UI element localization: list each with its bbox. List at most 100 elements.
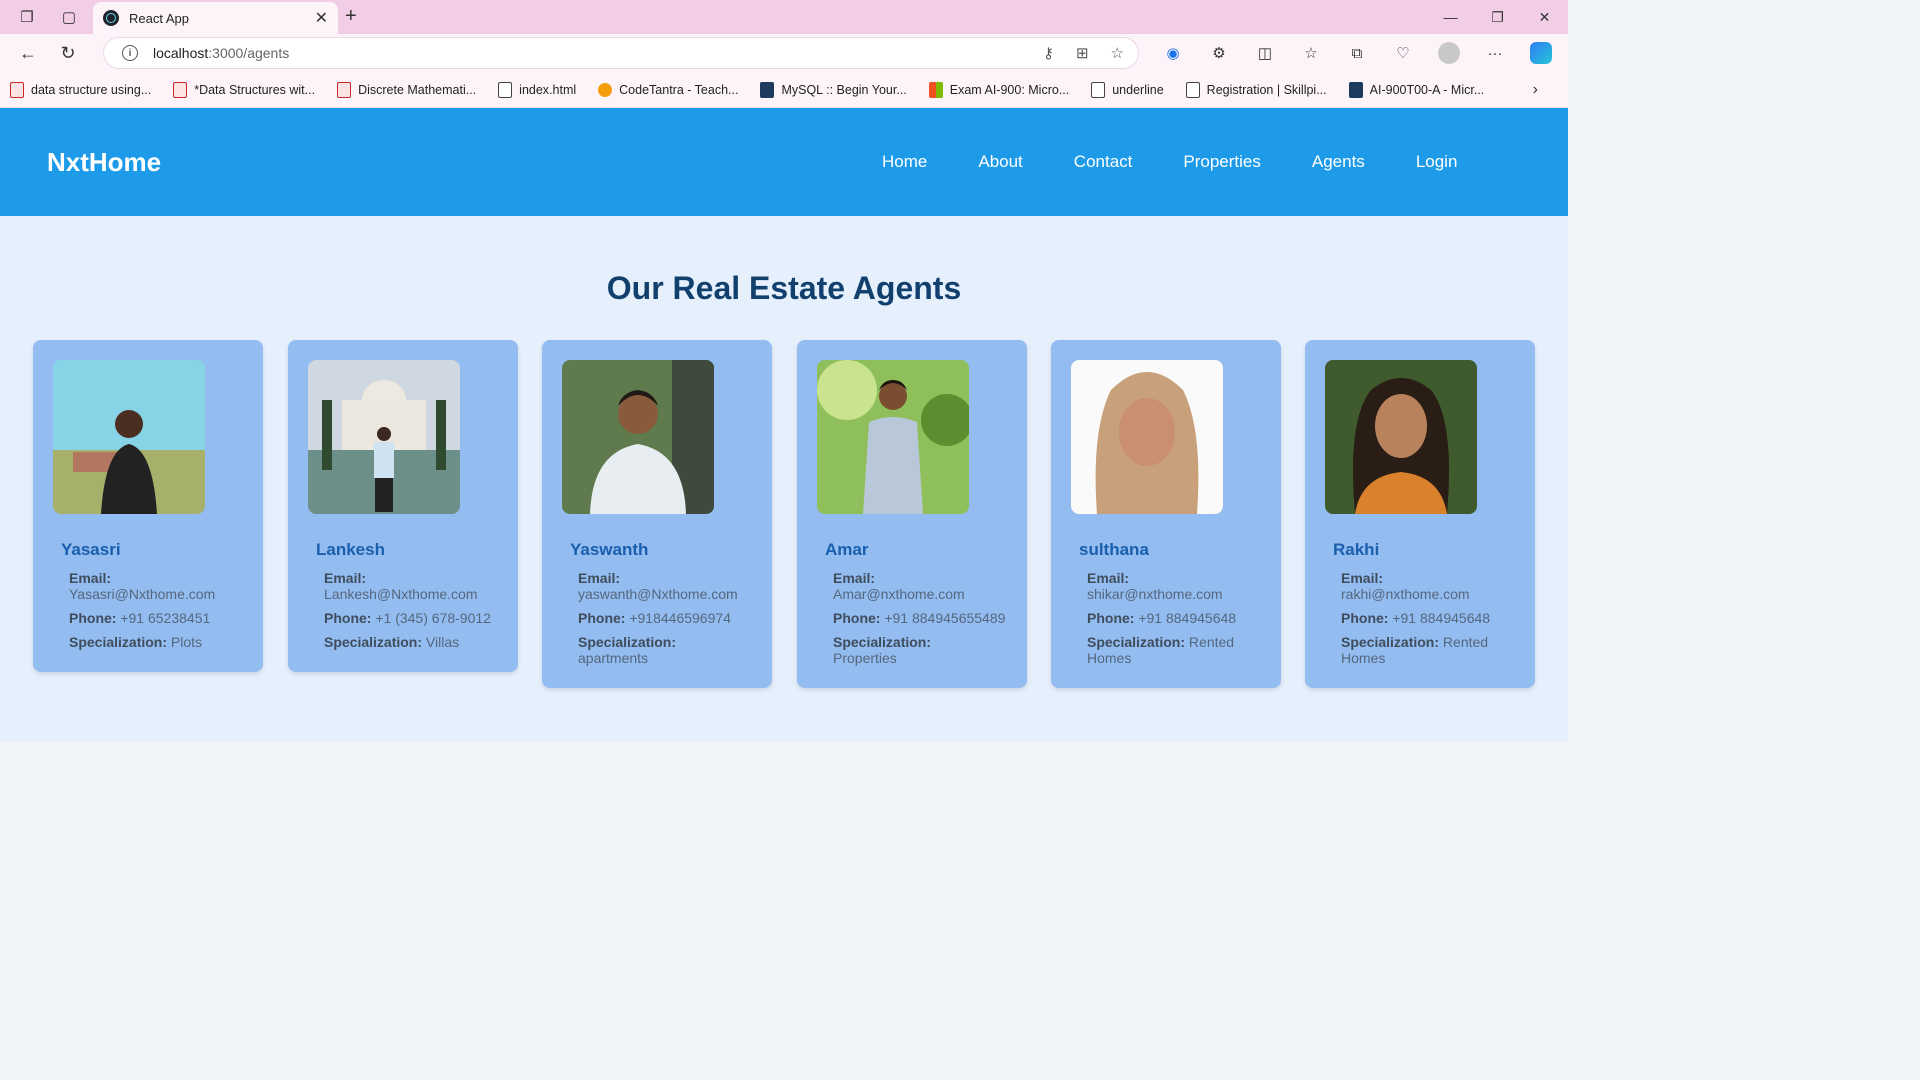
agent-phone: Phone: +91 884945655489	[833, 610, 1006, 626]
page-icon	[498, 81, 513, 98]
agent-card: Yasasri Email: Yasasri@Nxthome.com Phone:…	[33, 340, 263, 672]
performance-icon[interactable]: ♡	[1380, 44, 1426, 62]
agent-name: Lankesh	[316, 540, 385, 559]
book-icon	[1348, 81, 1363, 98]
bookmark-item[interactable]: CodeTantra - Teach...	[598, 82, 738, 97]
agent-email: Email: rakhi@nxthome.com	[1341, 570, 1470, 602]
bookmark-item[interactable]: *Data Structures wit...	[173, 81, 315, 98]
new-tab-icon[interactable]: +	[345, 5, 357, 28]
agent-name: Amar	[825, 540, 869, 559]
agent-phone: Phone: +918446596974	[578, 610, 731, 626]
agent-photo	[817, 360, 969, 514]
agent-card: Lankesh Email: Lankesh@Nxthome.com Phone:…	[288, 340, 518, 672]
agent-photo	[53, 360, 205, 514]
close-window-icon[interactable]: ✕	[1521, 0, 1568, 34]
agent-specialization: Specialization: Rented Homes	[1087, 634, 1235, 666]
agent-email: Email: Yasasri@Nxthome.com	[69, 570, 216, 602]
vertical-tabs-icon[interactable]: ▢	[48, 0, 90, 34]
page-icon	[1185, 81, 1200, 98]
nav-about[interactable]: About	[978, 152, 1022, 172]
address-toolbar: ← ↻ i localhost:3000/agents ⚷ ⊞ ☆ ◉ ⚙ ◫ …	[0, 34, 1568, 72]
agent-specialization: Specialization: Properties	[833, 634, 932, 666]
agent-phone: Phone: +91 65238451	[69, 610, 211, 626]
agent-card: Amar Email: Amar@nxthome.com Phone: +91 8…	[797, 340, 1027, 688]
page-title: Our Real Estate Agents	[606, 270, 962, 306]
agent-photo	[1071, 360, 1223, 514]
agent-phone: Phone: +91 884945648	[1341, 610, 1491, 626]
site-header: NxtHome Home About Contact Properties Ag…	[0, 108, 1568, 216]
browser-tab[interactable]: React App ✕	[93, 2, 338, 34]
pdf-icon	[337, 81, 352, 98]
nav-properties[interactable]: Properties	[1183, 152, 1260, 172]
favorite-star-icon[interactable]: ☆	[1111, 44, 1124, 62]
agent-card: sulthana Email: shikar@nxthome.com Phone:…	[1051, 340, 1281, 688]
bookmark-item[interactable]: index.html	[498, 81, 576, 98]
read-aloud-icon[interactable]: ◉	[1150, 44, 1196, 62]
agent-name: Yasasri	[61, 540, 121, 559]
workspaces-icon[interactable]: ❐	[6, 0, 48, 34]
extensions-icon[interactable]: ⚙	[1196, 44, 1242, 62]
brand-logo[interactable]: NxtHome	[47, 147, 161, 178]
tab-title: React App	[129, 10, 189, 26]
agent-phone: Phone: +91 884945648	[1087, 610, 1237, 626]
profile-avatar[interactable]	[1438, 42, 1460, 64]
agent-email: Email: Amar@nxthome.com	[833, 570, 965, 602]
apps-icon[interactable]: ⊞	[1076, 44, 1089, 62]
agent-email: Email: Lankesh@Nxthome.com	[324, 570, 478, 602]
page-icon	[1091, 81, 1106, 98]
url-host: localhost	[153, 45, 209, 61]
bookmark-item[interactable]: Registration | Skillpi...	[1185, 81, 1327, 98]
pdf-icon	[173, 81, 188, 98]
agent-name: Rakhi	[1333, 540, 1380, 559]
codetantra-icon	[598, 82, 613, 97]
agent-photo	[1325, 360, 1477, 514]
chevron-right-icon[interactable]: ›	[1533, 81, 1538, 99]
bookmark-item[interactable]: AI-900T00-A - Micr...	[1348, 81, 1484, 98]
agent-name: Yaswanth	[570, 540, 649, 559]
bookmark-item[interactable]: Exam AI-900: Micro...	[928, 81, 1069, 98]
agents-section: Our Real Estate Agents Yasasri Email: Yas…	[0, 216, 1568, 742]
nav-login[interactable]: Login	[1416, 152, 1458, 172]
key-icon[interactable]: ⚷	[1043, 44, 1054, 62]
agent-specialization: Specialization: Rented Homes	[1341, 634, 1489, 666]
agent-specialization: Specialization: apartments	[578, 634, 677, 666]
nav-contact[interactable]: Contact	[1074, 152, 1133, 172]
agent-card: Yaswanth Email: yaswanth@Nxthome.com Phon…	[542, 340, 772, 688]
agent-specialization: Specialization: Plots	[69, 634, 203, 650]
agent-name: sulthana	[1079, 540, 1149, 559]
main-nav: Home About Contact Properties Agents Log…	[882, 108, 1508, 216]
browser-tab-bar: ❐ ▢ React App ✕ + — ❐ ✕	[0, 0, 1568, 34]
bookmarks-bar: data structure using... *Data Structures…	[0, 72, 1568, 108]
back-icon[interactable]: ←	[8, 43, 48, 64]
bookmark-item[interactable]: MySQL :: Begin Your...	[760, 81, 907, 98]
agent-specialization: Specialization: Villas	[324, 634, 460, 650]
copilot-icon[interactable]	[1530, 42, 1552, 64]
bookmark-item[interactable]: Discrete Mathemati...	[337, 81, 476, 98]
agent-email: Email: yaswanth@Nxthome.com	[578, 570, 738, 602]
collections-icon[interactable]: ⧉	[1334, 45, 1380, 62]
agent-phone: Phone: +1 (345) 678-9012	[324, 610, 491, 626]
nav-agents[interactable]: Agents	[1312, 152, 1365, 172]
split-screen-icon[interactable]: ◫	[1242, 44, 1288, 62]
url-path: :3000/agents	[208, 45, 290, 61]
reload-icon[interactable]: ↻	[48, 43, 88, 64]
page-footer-space	[0, 742, 1568, 882]
address-bar[interactable]: i localhost:3000/agents ⚷ ⊞ ☆	[103, 37, 1139, 69]
agent-card: Rakhi Email: rakhi@nxthome.com Phone: +91…	[1305, 340, 1535, 688]
bookmark-item[interactable]: data structure using...	[10, 81, 151, 98]
agent-email: Email: shikar@nxthome.com	[1087, 570, 1223, 602]
nav-home[interactable]: Home	[882, 152, 927, 172]
bookmark-item[interactable]: underline	[1091, 81, 1164, 98]
agent-photo	[562, 360, 714, 514]
mysql-icon	[760, 81, 775, 98]
react-favicon-icon	[103, 10, 119, 26]
more-menu-icon[interactable]: ···	[1472, 45, 1518, 62]
close-tab-icon[interactable]: ✕	[315, 8, 328, 28]
agent-photo	[308, 360, 460, 514]
pdf-icon	[10, 81, 24, 98]
site-info-icon[interactable]: i	[122, 45, 138, 61]
favorites-icon[interactable]: ☆	[1288, 44, 1334, 62]
microsoft-icon	[928, 81, 943, 98]
restore-icon[interactable]: ❐	[1474, 0, 1521, 34]
minimize-icon[interactable]: —	[1427, 0, 1474, 34]
